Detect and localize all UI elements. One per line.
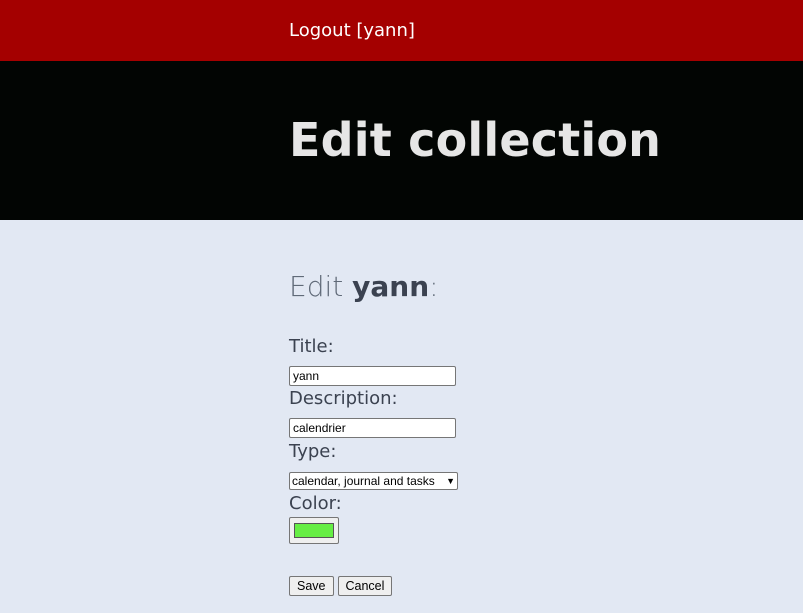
form-heading: Edit yann: [289,270,769,304]
description-label: Description: [289,388,398,409]
form-heading-prefix: Edit [289,270,353,303]
color-swatch [294,523,334,538]
type-select-value: calendar, journal and tasks [292,474,435,488]
type-select[interactable]: calendar, journal and tasks ▼ [289,472,458,490]
type-label: Type: [289,441,337,462]
save-button[interactable]: Save [289,576,334,596]
page-header: Edit collection [0,61,803,220]
title-label: Title: [289,336,334,357]
color-label: Color: [289,493,342,514]
top-nav-bar: Logout [yann] [0,0,803,61]
page-title: Edit collection [289,113,662,167]
chevron-down-icon: ▼ [446,476,455,486]
form-actions: Save Cancel [289,576,393,596]
logout-link[interactable]: Logout [yann] [289,19,415,43]
form-heading-suffix: : [429,270,439,303]
description-input[interactable] [289,418,456,438]
cancel-button[interactable]: Cancel [337,576,393,596]
title-input[interactable] [289,366,456,386]
color-picker[interactable] [289,517,339,544]
collection-name: yann [352,270,430,303]
edit-collection-form: Edit yann: Title: Description: Type: cal… [289,270,769,596]
